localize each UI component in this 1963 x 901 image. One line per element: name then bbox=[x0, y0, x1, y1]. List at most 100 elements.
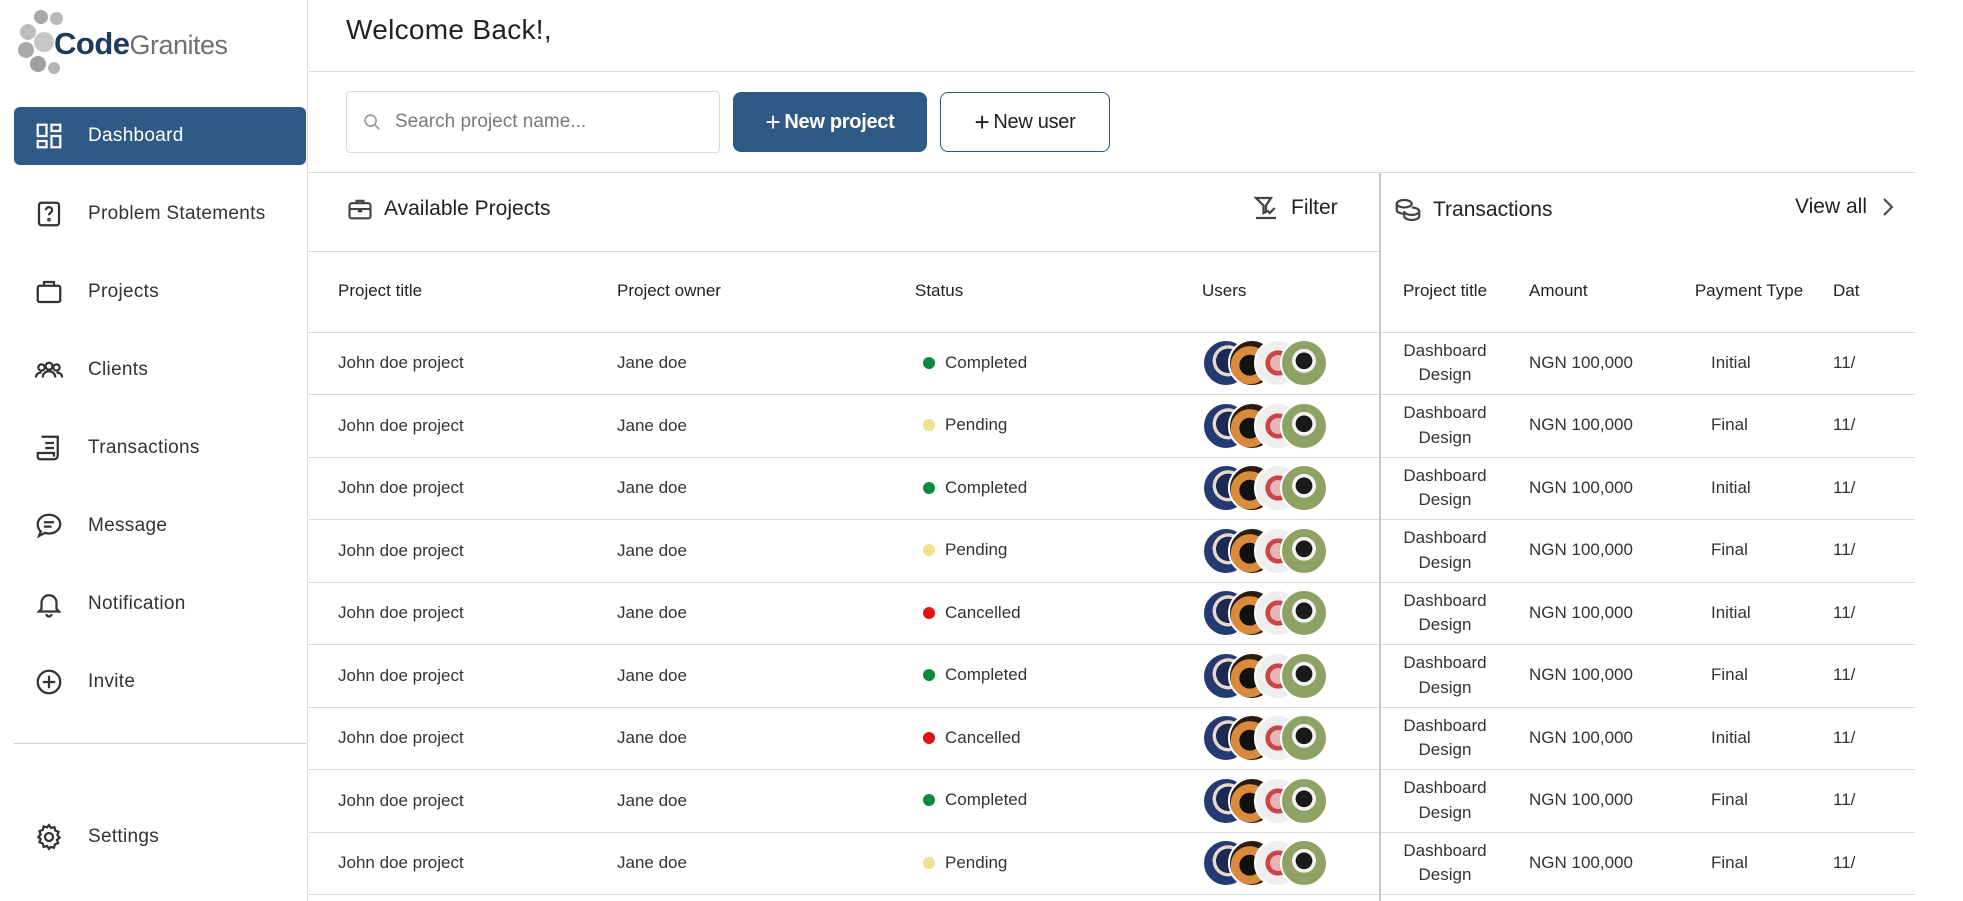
project-owner-cell: Jane doe bbox=[617, 769, 915, 833]
amount-cell: NGN 100,000 bbox=[1509, 832, 1689, 895]
column-header[interactable]: Users bbox=[1202, 251, 1379, 333]
project-owner-cell: Jane doe bbox=[617, 707, 915, 770]
table-row[interactable]: John doe project Jane doe Pending bbox=[309, 519, 1379, 583]
status-badge: Pending bbox=[915, 415, 1007, 435]
gear-icon bbox=[34, 822, 64, 852]
column-header[interactable]: Project title bbox=[309, 251, 617, 333]
filter-icon bbox=[1253, 196, 1276, 220]
avatar[interactable] bbox=[1280, 776, 1328, 825]
transactions-table: Project title Amount Payment Type Dat Da… bbox=[1381, 251, 1915, 895]
avatar-group[interactable] bbox=[1202, 526, 1379, 575]
table-row[interactable]: John doe project Jane doe Pending bbox=[309, 832, 1379, 895]
new-user-button[interactable]: + New user bbox=[940, 92, 1110, 152]
filter-button[interactable]: Filter bbox=[1251, 193, 1338, 223]
column-header[interactable]: Status bbox=[915, 251, 1202, 333]
status-dot-icon bbox=[923, 731, 935, 744]
sidebar-divider bbox=[14, 743, 306, 744]
new-project-button[interactable]: + New project bbox=[733, 92, 927, 152]
code-granites-logo[interactable]: CodeGranites bbox=[18, 8, 228, 78]
projects-table: Project title Project owner Status Users… bbox=[309, 251, 1379, 895]
search-box[interactable] bbox=[346, 91, 720, 153]
table-row[interactable]: John doe project Jane doe Completed bbox=[309, 769, 1379, 833]
project-owner-cell: Jane doe bbox=[617, 394, 915, 458]
status-dot-icon bbox=[923, 481, 935, 494]
avatar-group[interactable] bbox=[1202, 776, 1379, 825]
status-badge: Completed bbox=[915, 353, 1027, 373]
available-projects-title: Available Projects bbox=[346, 195, 551, 223]
project-owner-cell: Jane doe bbox=[617, 582, 915, 645]
project-title-cell: John doe project bbox=[309, 457, 617, 520]
status-dot-icon bbox=[923, 856, 935, 869]
payment-type-cell: Final bbox=[1689, 519, 1809, 583]
project-title-cell: John doe project bbox=[309, 519, 617, 583]
column-header[interactable]: Project title bbox=[1381, 251, 1509, 333]
status-badge: Pending bbox=[915, 540, 1007, 560]
date-cell: 11/ bbox=[1809, 332, 1915, 395]
avatar-group[interactable] bbox=[1202, 714, 1379, 763]
transaction-title-cell: Dashboard Design bbox=[1381, 457, 1509, 520]
avatar[interactable] bbox=[1280, 839, 1328, 888]
sidebar-item-projects[interactable]: Projects bbox=[14, 263, 306, 321]
table-row[interactable]: John doe project Jane doe Completed bbox=[309, 457, 1379, 520]
status-cell: Completed bbox=[915, 332, 1202, 395]
column-header[interactable]: Dat bbox=[1809, 251, 1915, 333]
table-row[interactable]: Dashboard Design NGN 100,000 Final 11/ bbox=[1381, 832, 1915, 895]
status-cell: Completed bbox=[915, 644, 1202, 708]
avatar-group[interactable] bbox=[1202, 464, 1379, 513]
status-dot-icon bbox=[923, 419, 935, 432]
column-header[interactable]: Project owner bbox=[617, 251, 915, 333]
avatar-group[interactable] bbox=[1202, 839, 1379, 888]
transaction-title-cell: Dashboard Design bbox=[1381, 519, 1509, 583]
search-input[interactable] bbox=[395, 111, 695, 133]
payment-type-cell: Final bbox=[1689, 832, 1809, 895]
table-row[interactable]: Dashboard Design NGN 100,000 Final 11/ bbox=[1381, 519, 1915, 583]
logo-wordmark: CodeGranites bbox=[54, 26, 228, 61]
table-row[interactable]: John doe project Jane doe Cancelled bbox=[309, 707, 1379, 770]
table-row[interactable]: Dashboard Design NGN 100,000 Final 11/ bbox=[1381, 769, 1915, 833]
sidebar-item-dashboard[interactable]: Dashboard bbox=[14, 107, 306, 165]
sidebar-item-label: Projects bbox=[88, 281, 160, 302]
sidebar-item-clients[interactable]: Clients bbox=[14, 341, 306, 399]
column-header[interactable]: Amount bbox=[1509, 251, 1689, 333]
avatar-group[interactable] bbox=[1202, 339, 1379, 388]
avatar-group[interactable] bbox=[1202, 589, 1379, 638]
sidebar-item-message[interactable]: Message bbox=[14, 497, 306, 555]
sidebar-item-invite[interactable]: Invite bbox=[14, 653, 306, 711]
sidebar-item-settings[interactable]: Settings bbox=[14, 808, 306, 866]
column-header[interactable]: Payment Type bbox=[1689, 251, 1809, 333]
table-row[interactable]: Dashboard Design NGN 100,000 Final 11/ bbox=[1381, 644, 1915, 708]
table-row[interactable]: John doe project Jane doe Pending bbox=[309, 394, 1379, 458]
table-row[interactable]: John doe project Jane doe Completed bbox=[309, 644, 1379, 708]
users-cell bbox=[1202, 394, 1379, 458]
avatar-group[interactable] bbox=[1202, 401, 1379, 450]
avatar[interactable] bbox=[1280, 651, 1328, 700]
avatar[interactable] bbox=[1280, 589, 1328, 638]
table-row[interactable]: John doe project Jane doe Completed bbox=[309, 332, 1379, 395]
avatar[interactable] bbox=[1280, 464, 1328, 513]
table-row[interactable]: John doe project Jane doe Cancelled bbox=[309, 582, 1379, 645]
status-cell: Completed bbox=[915, 457, 1202, 520]
table-row[interactable]: Dashboard Design NGN 100,000 Final 11/ bbox=[1381, 394, 1915, 458]
briefcase-icon bbox=[348, 199, 372, 220]
table-row[interactable]: Dashboard Design NGN 100,000 Initial 11/ bbox=[1381, 582, 1915, 645]
transactions-title: Transactions bbox=[1393, 195, 1552, 225]
avatar[interactable] bbox=[1280, 526, 1328, 575]
avatar-group[interactable] bbox=[1202, 651, 1379, 700]
project-owner-cell: Jane doe bbox=[617, 832, 915, 895]
avatar[interactable] bbox=[1280, 339, 1328, 388]
table-row[interactable]: Dashboard Design NGN 100,000 Initial 11/ bbox=[1381, 332, 1915, 395]
avatar[interactable] bbox=[1280, 401, 1328, 450]
table-row[interactable]: Dashboard Design NGN 100,000 Initial 11/ bbox=[1381, 707, 1915, 770]
view-all-link[interactable]: View all bbox=[1795, 195, 1895, 219]
sidebar-item-notification[interactable]: Notification bbox=[14, 575, 306, 633]
table-row[interactable]: Dashboard Design NGN 100,000 Initial 11/ bbox=[1381, 457, 1915, 520]
sidebar-item-transactions[interactable]: Transactions bbox=[14, 419, 306, 477]
payment-type-cell: Initial bbox=[1689, 582, 1809, 645]
payment-type-cell: Initial bbox=[1689, 457, 1809, 520]
avatar[interactable] bbox=[1280, 714, 1328, 763]
sidebar-item-problem-statements[interactable]: Problem Statements bbox=[14, 185, 306, 243]
date-cell: 11/ bbox=[1809, 394, 1915, 458]
users-cell bbox=[1202, 769, 1379, 833]
amount-cell: NGN 100,000 bbox=[1509, 582, 1689, 645]
transactions-table-viewport[interactable]: Project title Amount Payment Type Dat Da… bbox=[1381, 251, 1915, 901]
